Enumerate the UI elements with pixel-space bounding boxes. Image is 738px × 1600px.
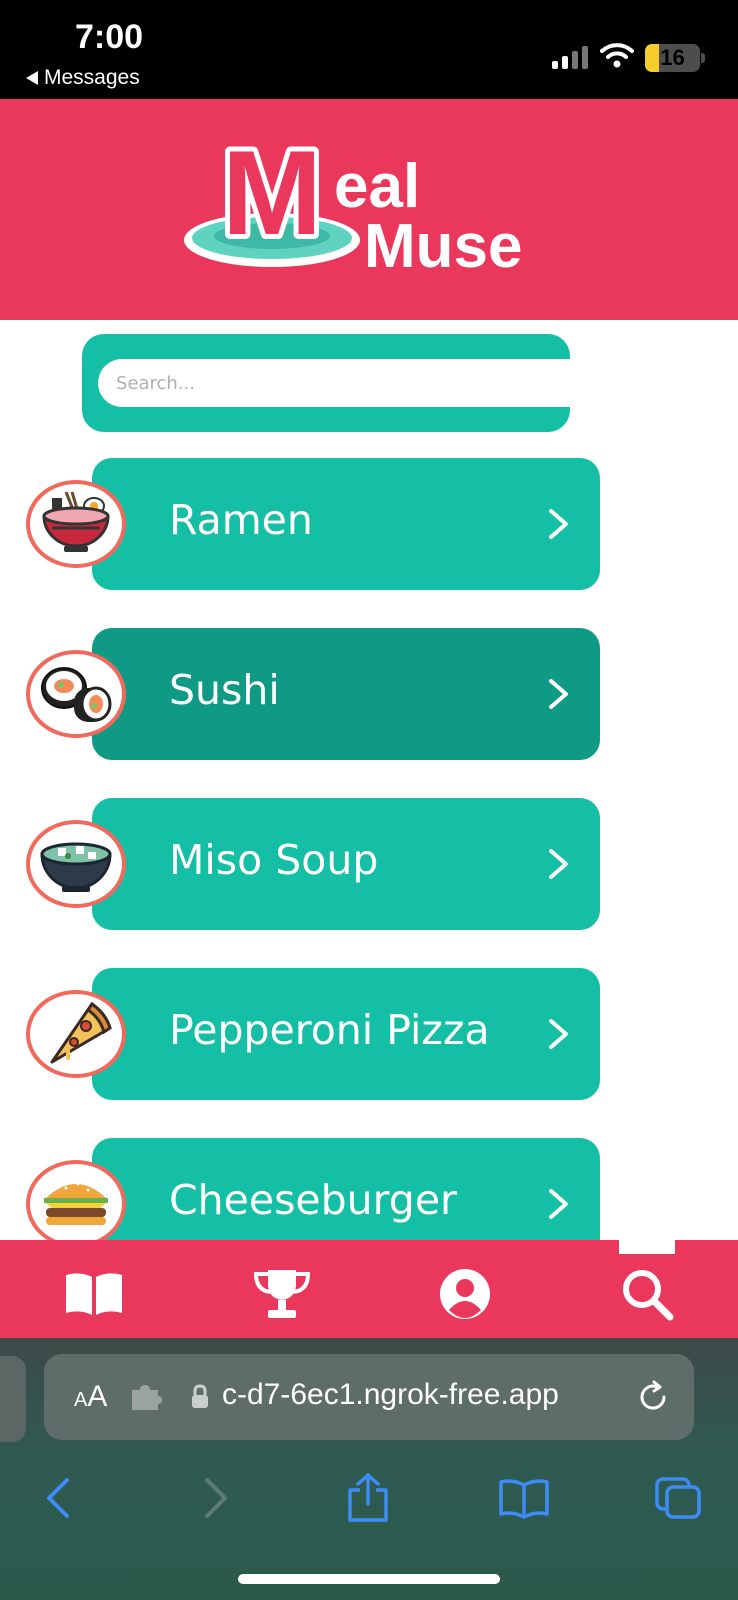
logo-word-muse: Muse	[364, 212, 522, 280]
logo-letter-m: M	[222, 135, 322, 260]
browser-toolbar: AAAA c-d7-6ec1.ngrok-free.app	[0, 1338, 738, 1600]
address-bar[interactable]: AAAA c-d7-6ec1.ngrok-free.app	[44, 1354, 694, 1440]
cheeseburger-icon	[26, 1160, 126, 1240]
food-label: Pepperoni Pizza	[169, 1006, 490, 1054]
bottom-nav	[0, 1240, 738, 1338]
extension-icon[interactable]	[130, 1384, 162, 1410]
nav-trophy-button[interactable]	[250, 1264, 314, 1324]
chevron-right-icon	[549, 849, 568, 879]
nav-search-button[interactable]	[615, 1264, 679, 1324]
food-card[interactable]: Sushi	[92, 628, 600, 760]
book-icon	[66, 1273, 122, 1315]
food-label: Cheeseburger	[169, 1176, 457, 1224]
pizza-slice-icon	[26, 990, 126, 1078]
nav-profile-button[interactable]	[433, 1264, 497, 1324]
nav-recipes-button[interactable]	[62, 1264, 126, 1324]
chevron-right-icon	[549, 679, 568, 709]
battery-level: 16	[660, 45, 685, 70]
search-icon	[623, 1270, 674, 1321]
status-bar: 7:00 Messages 16	[0, 0, 738, 99]
browser-tabs-button[interactable]	[648, 1468, 708, 1528]
chevron-right-icon	[549, 1189, 568, 1219]
app-header: M M eal Muse	[0, 99, 738, 320]
status-time: 7:00	[75, 18, 144, 56]
food-label: Miso Soup	[169, 836, 379, 884]
back-triangle-icon	[26, 71, 38, 85]
list-item-pepperoni-pizza[interactable]: Pepperoni Pizza	[0, 968, 738, 1100]
sushi-roll-icon	[26, 650, 126, 738]
reload-icon[interactable]	[636, 1380, 670, 1414]
chevron-right-icon	[549, 509, 568, 539]
back-label: Messages	[44, 66, 140, 89]
list-item-ramen[interactable]: Ramen	[0, 458, 738, 590]
food-label: Sushi	[169, 666, 280, 714]
logo-word-eal: eal	[334, 152, 420, 221]
list-item-sushi[interactable]: Sushi	[0, 628, 738, 760]
home-indicator[interactable]	[238, 1574, 500, 1584]
trophy-icon	[253, 1270, 311, 1318]
miso-soup-icon	[26, 820, 126, 908]
list-item-cheeseburger[interactable]: Cheeseburger	[0, 1138, 738, 1240]
cellular-signal-icon	[552, 46, 588, 69]
page-settings-button[interactable]: AAAA	[74, 1380, 107, 1414]
browser-forward-button[interactable]	[186, 1468, 246, 1528]
food-card[interactable]: Pepperoni Pizza	[92, 968, 600, 1100]
share-icon	[348, 1473, 388, 1522]
browser-bookmarks-button[interactable]	[494, 1468, 554, 1528]
food-list: Ramen Sushi Miso Soup Pepperoni Pizza Ch…	[0, 458, 738, 1240]
wifi-icon	[600, 43, 634, 68]
back-arrow-icon	[47, 1478, 69, 1518]
url-text: c-d7-6ec1.ngrok-free.app	[222, 1378, 559, 1411]
search-container	[82, 334, 570, 432]
ramen-bowl-icon	[26, 480, 126, 568]
bookmarks-icon	[499, 1479, 549, 1519]
user-icon	[440, 1269, 490, 1319]
food-card[interactable]: Cheeseburger	[92, 1138, 600, 1240]
chevron-right-icon	[549, 1019, 568, 1049]
food-card[interactable]: Miso Soup	[92, 798, 600, 930]
tabs-icon	[655, 1477, 701, 1519]
previous-tab-preview[interactable]	[0, 1356, 26, 1442]
browser-back-button[interactable]	[28, 1468, 88, 1528]
list-item-miso-soup[interactable]: Miso Soup	[0, 798, 738, 930]
meal-muse-logo: M M eal Muse	[184, 135, 522, 280]
battery-icon: 16	[645, 44, 700, 72]
search-input[interactable]	[98, 359, 570, 407]
back-to-messages-link[interactable]: Messages	[26, 66, 140, 90]
forward-arrow-icon	[205, 1478, 227, 1518]
food-label: Ramen	[169, 496, 313, 544]
lock-icon	[192, 1384, 208, 1408]
browser-share-button[interactable]	[338, 1468, 398, 1528]
food-card[interactable]: Ramen	[92, 458, 600, 590]
